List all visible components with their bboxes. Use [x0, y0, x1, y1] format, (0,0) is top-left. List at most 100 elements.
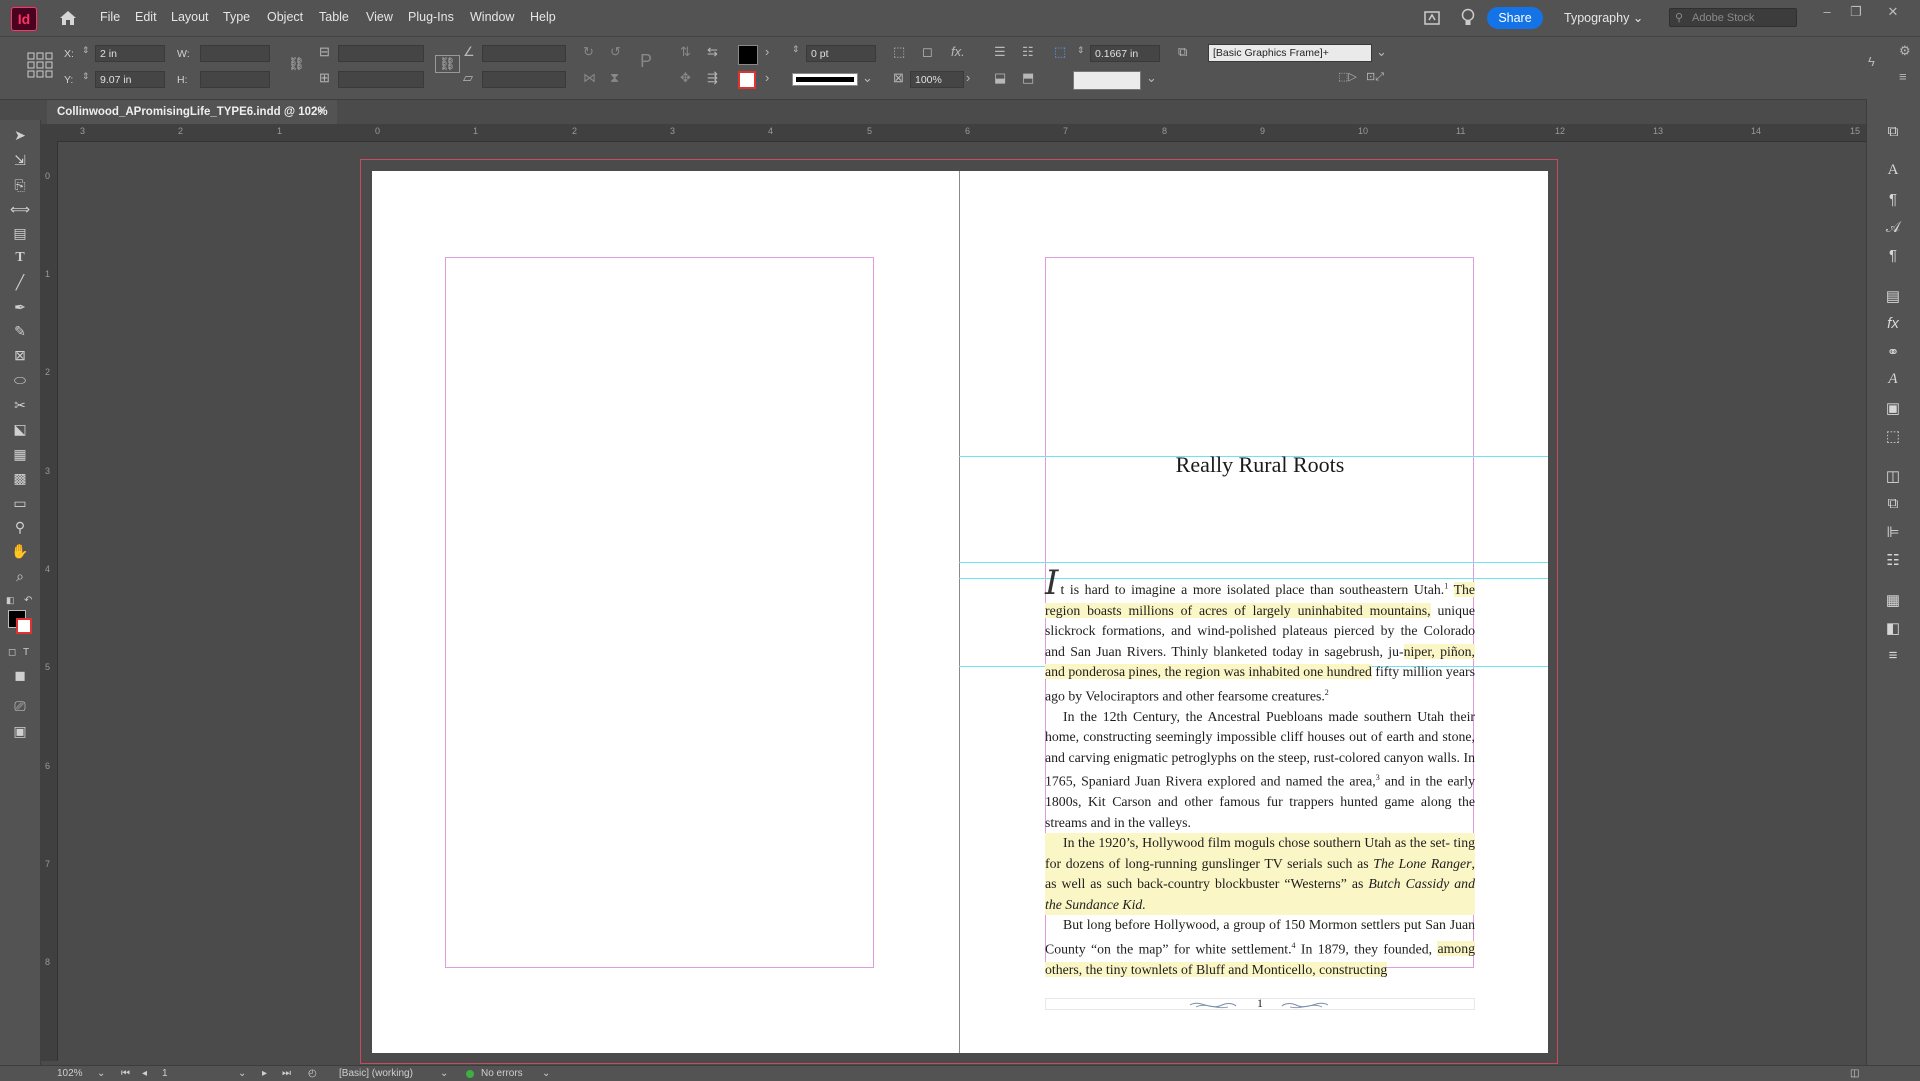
- default-colors-icon[interactable]: ◧: [6, 595, 15, 606]
- align-center-icon[interactable]: ☷: [1022, 44, 1034, 60]
- menu-view[interactable]: View: [366, 10, 393, 24]
- screen-mode-icon[interactable]: ▣: [8, 722, 32, 740]
- zoom-level[interactable]: 102%: [57, 1068, 83, 1079]
- text-wrap-panel-icon[interactable]: ▣: [1881, 399, 1905, 419]
- x-stepper-icon[interactable]: ⇕: [82, 45, 90, 56]
- menu-window[interactable]: Window: [470, 10, 514, 24]
- shear-angle-field[interactable]: [482, 71, 566, 88]
- corner-options-icon[interactable]: ⬚: [1054, 44, 1066, 60]
- rotate-ccw-icon[interactable]: ↺: [610, 44, 621, 60]
- align-panel-icon[interactable]: ⊫: [1881, 523, 1905, 543]
- stroke-color-swatch[interactable]: [16, 618, 32, 634]
- view-mode-icon[interactable]: ⎚: [8, 697, 32, 715]
- layers-panel-icon[interactable]: ◫: [1881, 467, 1905, 487]
- page-number-field[interactable]: 1: [162, 1068, 168, 1079]
- rectangle-frame-tool-icon[interactable]: ⊠: [8, 346, 32, 364]
- select-content-icon[interactable]: ⧗: [610, 70, 619, 86]
- zoom-tool-icon[interactable]: ⌕: [8, 567, 32, 585]
- corner-shape-preview[interactable]: [1073, 71, 1141, 90]
- selection-tool-icon[interactable]: ➤: [8, 126, 32, 144]
- paragraph-panel-icon[interactable]: ¶: [1881, 191, 1905, 211]
- object-style-dropdown[interactable]: [Basic Graphics Frame]+: [1208, 44, 1372, 62]
- page-tool-icon[interactable]: ⎘: [8, 176, 32, 194]
- path-type-icon[interactable]: P: [640, 51, 652, 72]
- restore-icon[interactable]: ❐: [1843, 4, 1869, 22]
- first-page-icon[interactable]: ⏮: [121, 1068, 130, 1079]
- preflight-errors[interactable]: No errors: [481, 1068, 523, 1079]
- content-collector-icon[interactable]: ▤: [8, 224, 32, 242]
- gap-tool-icon[interactable]: ⟺: [8, 200, 32, 218]
- align-left-icon[interactable]: ☰: [994, 44, 1006, 60]
- text-wrap-icon[interactable]: ⬚: [893, 44, 905, 60]
- menu-plugins[interactable]: Plug-Ins: [408, 10, 454, 24]
- width-field[interactable]: [200, 45, 270, 62]
- adobe-stock-search[interactable]: ⚲ Adobe Stock: [1669, 8, 1797, 27]
- corner-stepper-icon[interactable]: ⇕: [1077, 45, 1085, 56]
- object-styles-icon[interactable]: ⬚: [1881, 427, 1905, 447]
- scale-x-field[interactable]: [338, 45, 424, 62]
- share-button[interactable]: Share: [1487, 7, 1543, 29]
- fit-frame-icon[interactable]: ⬓: [994, 70, 1006, 86]
- stroke-swatch[interactable]: [738, 71, 756, 89]
- chevron-down-icon[interactable]: ⌄: [440, 1068, 448, 1079]
- paragraph-styles-icon[interactable]: ¶: [1881, 247, 1905, 267]
- properties-panel-icon[interactable]: ☷: [1881, 551, 1905, 571]
- formatting-container-icon[interactable]: ◻: [8, 647, 16, 658]
- height-field[interactable]: [200, 71, 270, 88]
- line-tool-icon[interactable]: ╱: [8, 273, 32, 291]
- x-field[interactable]: 2 in: [95, 45, 165, 62]
- minimize-icon[interactable]: –: [1814, 4, 1840, 22]
- scale-y-field[interactable]: [338, 71, 424, 88]
- rotate-cw-icon[interactable]: ↻: [583, 44, 594, 60]
- y-field[interactable]: 9.07 in: [95, 71, 165, 88]
- select-container-icon[interactable]: ⋈: [583, 70, 596, 86]
- pencil-tool-icon[interactable]: ✎: [8, 322, 32, 340]
- y-stepper-icon[interactable]: ⇕: [82, 71, 90, 82]
- flip-vertical-icon[interactable]: ⇅: [680, 44, 691, 60]
- chevron-down-icon[interactable]: ⌄: [238, 1068, 246, 1079]
- previous-page-icon[interactable]: ◂: [142, 1068, 147, 1079]
- character-panel-icon[interactable]: A: [1881, 162, 1905, 182]
- swatches-panel-icon[interactable]: ⧉: [1881, 495, 1905, 515]
- lightbulb-icon[interactable]: [1460, 8, 1476, 28]
- flip-horizontal-icon[interactable]: ⇆: [707, 44, 718, 60]
- gradient-panel-icon[interactable]: ◧: [1881, 619, 1905, 639]
- panel-settings-icon[interactable]: ⚙: [1899, 43, 1911, 59]
- text-variables-fx-icon[interactable]: fx: [1881, 315, 1905, 335]
- stroke-type-chevron-icon[interactable]: ⌄: [862, 70, 873, 86]
- menu-object[interactable]: Object: [267, 10, 303, 24]
- stroke-menu-chevron-icon[interactable]: ›: [765, 70, 769, 85]
- workspace-switcher[interactable]: Typography ⌄: [1564, 10, 1643, 25]
- formatting-text-icon[interactable]: T: [23, 647, 29, 658]
- select-previous-icon[interactable]: ✥: [680, 70, 691, 86]
- hand-tool-icon[interactable]: ✋: [8, 542, 32, 560]
- drop-shadow-icon[interactable]: ◻: [922, 44, 933, 60]
- menu-edit[interactable]: Edit: [135, 10, 157, 24]
- close-window-icon[interactable]: ✕: [1880, 4, 1906, 22]
- body-text-frame[interactable]: It is hard to imagine a more isolated pl…: [1045, 566, 1476, 980]
- stroke-weight-field[interactable]: 0 pt: [806, 45, 876, 62]
- chapter-title[interactable]: Really Rural Roots: [1045, 452, 1475, 478]
- fill-swatch[interactable]: [738, 45, 758, 65]
- ellipse-tool-icon[interactable]: ⬭: [8, 371, 32, 389]
- direct-selection-tool-icon[interactable]: ⇲: [8, 151, 32, 169]
- constrain-proportions-icon[interactable]: ⛓: [288, 56, 305, 72]
- split-window-icon[interactable]: ◫: [1850, 1068, 1859, 1079]
- apply-color-icon[interactable]: ◼: [8, 666, 32, 684]
- chevron-down-icon[interactable]: ⌄: [542, 1068, 550, 1079]
- link-scale-icon[interactable]: ⛓: [435, 55, 460, 73]
- corner-size-field[interactable]: 0.1667 in: [1090, 45, 1160, 62]
- story-panel-icon[interactable]: ▤: [1881, 287, 1905, 307]
- pages-panel-icon[interactable]: ⧉: [1881, 123, 1905, 143]
- gradient-feather-tool-icon[interactable]: ▩: [8, 469, 32, 487]
- menu-table[interactable]: Table: [319, 10, 349, 24]
- stroke-weight-stepper-icon[interactable]: ⇕: [792, 44, 800, 55]
- chevron-down-icon[interactable]: ⌄: [97, 1068, 105, 1079]
- content-placer-icon[interactable]: ⊡⤢: [1366, 70, 1384, 84]
- effects-panel-icon[interactable]: ≡: [1881, 647, 1905, 667]
- preflight-profile[interactable]: [Basic] (working): [339, 1068, 413, 1079]
- quick-actions-icon[interactable]: ϟ: [1868, 54, 1875, 69]
- opacity-field[interactable]: 100%: [910, 71, 964, 88]
- object-style-chevron-icon[interactable]: ⌄: [1376, 44, 1387, 60]
- links-panel-icon[interactable]: ⚭: [1881, 343, 1905, 363]
